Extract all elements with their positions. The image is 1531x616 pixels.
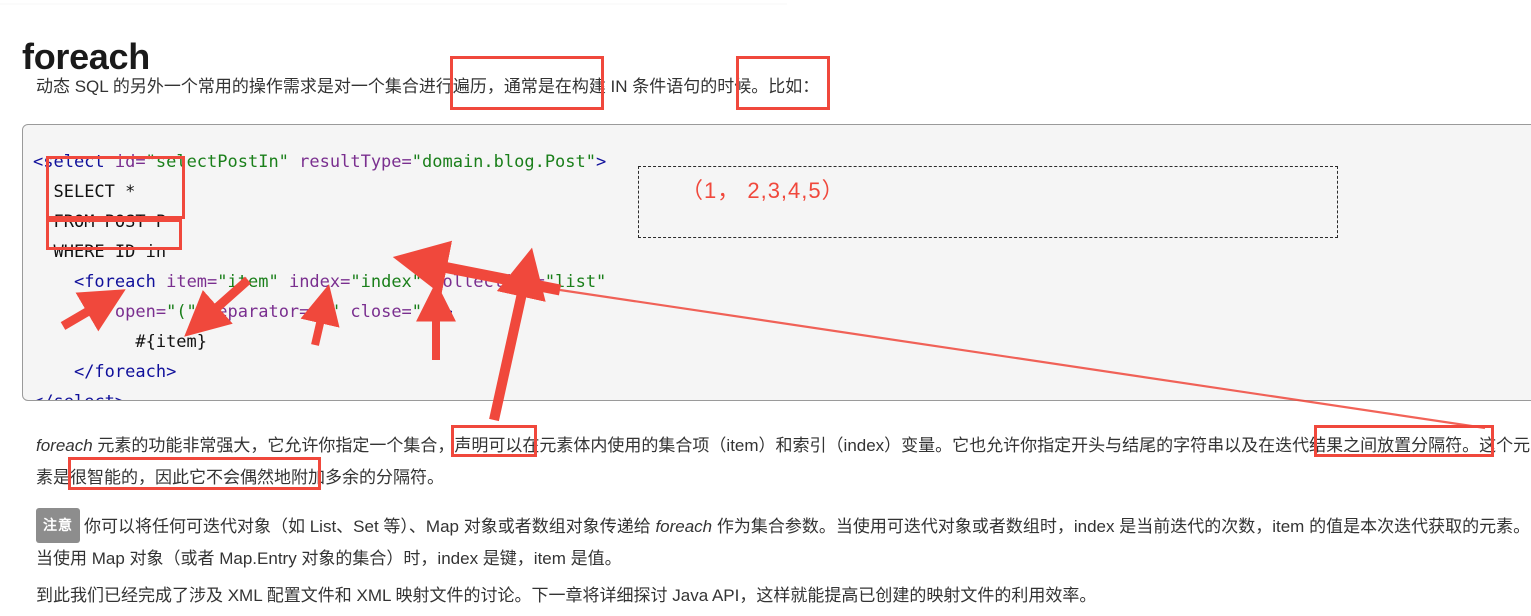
note-badge: 注意 (36, 508, 80, 543)
dashed-callout-box: （1， 2,3,4,5） (638, 166, 1338, 238)
note-text-part1: 你可以将任何可迭代对象（如 List、Set 等）、Map 对象或者数组对象传递… (84, 517, 656, 536)
dashed-callout-text: （1， 2,3,4,5） (681, 178, 845, 203)
top-page-rule (0, 3, 787, 5)
foreach-description-paragraph: foreach 元素的功能非常强大，它允许你指定一个集合，声明可以在元素体内使用… (36, 430, 1531, 494)
foreach-keyword-italic: foreach (36, 436, 93, 455)
note-paragraph: 注意 你可以将任何可迭代对象（如 List、Set 等）、Map 对象或者数组对象… (36, 508, 1531, 575)
note-foreach-italic: foreach (655, 517, 713, 536)
code-content: <select id="selectPostIn" resultType="do… (33, 152, 607, 400)
foreach-description-text: 元素的功能非常强大，它允许你指定一个集合，声明可以在元素体内使用的集合项（ite… (36, 436, 1531, 487)
closing-paragraph: 到此我们已经完成了涉及 XML 配置文件和 XML 映射文件的讨论。下一章将详细… (36, 586, 1097, 605)
intro-paragraph: 动态 SQL 的另外一个常用的操作需求是对一个集合进行遍历，通常是在构建 IN … (36, 77, 820, 96)
